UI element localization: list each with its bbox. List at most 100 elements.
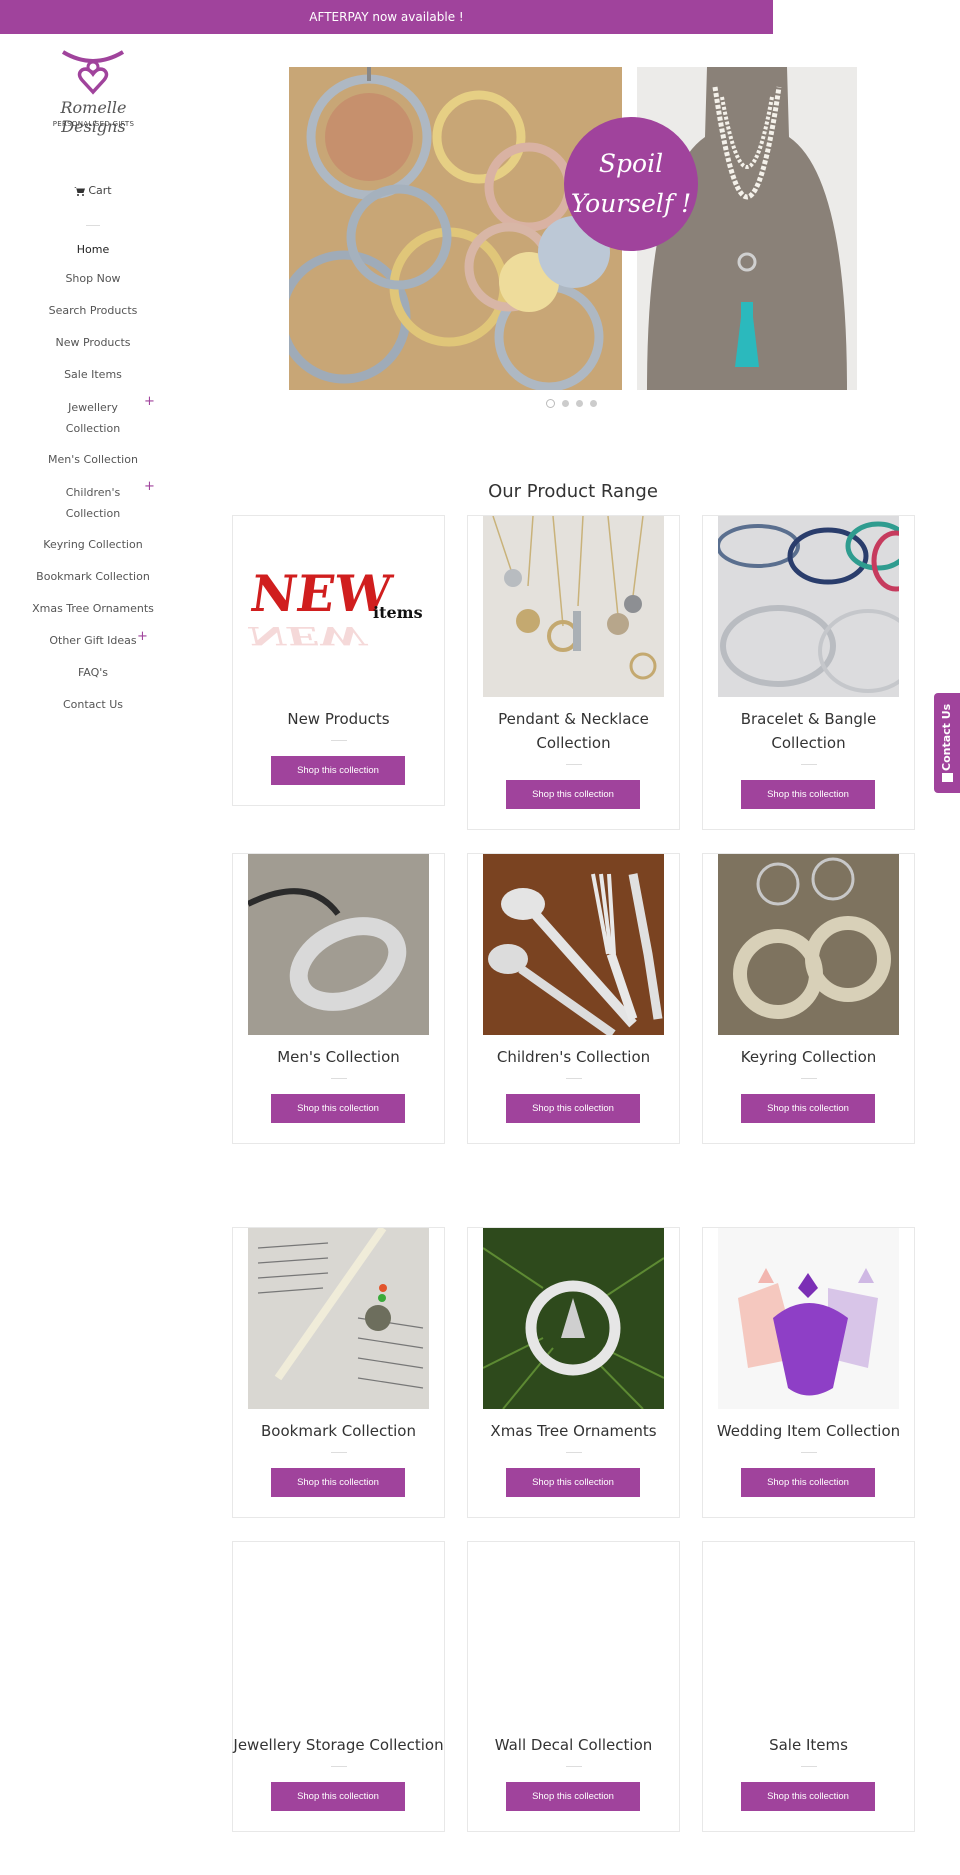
nav-label: Children's (65, 486, 121, 499)
nav-item-xmas-tree-ornaments[interactable]: Xmas Tree Ornaments (0, 593, 186, 625)
nav-item-mens-collection[interactable]: Men's Collection (0, 444, 186, 476)
envelope-icon (942, 773, 953, 782)
mens-collection-image (248, 854, 429, 1035)
contact-tab-label: Contact Us (940, 703, 953, 771)
nav-label: Shop Now (65, 272, 121, 285)
expand-plus-icon[interactable]: + (144, 480, 155, 493)
nav-item-home[interactable]: Home (0, 236, 186, 263)
spoil-yourself-badge: Spoil Yourself ! (564, 117, 698, 251)
shop-collection-button[interactable]: Shop this collection (506, 1094, 640, 1123)
slide-dot[interactable] (576, 400, 583, 407)
shop-collection-button[interactable]: Shop this collection (741, 1468, 875, 1497)
product-divider (331, 740, 347, 741)
nav-item-keyring-collection[interactable]: Keyring Collection (0, 529, 186, 561)
nav-label: Home (76, 243, 110, 256)
product-name[interactable]: Wedding Item Collection (703, 1419, 914, 1443)
nav-item-sale-items[interactable]: Sale Items (0, 359, 186, 391)
slide-dot[interactable] (590, 400, 597, 407)
product-card-wall-decal[interactable]: Wall Decal Collection Shop this collecti… (467, 1541, 680, 1832)
keyring-image (718, 854, 899, 1035)
section-title: Our Product Range (488, 481, 658, 502)
product-divider (331, 1452, 347, 1453)
product-name-line2[interactable]: Collection (703, 731, 914, 755)
badge-line: Yourself ! (570, 189, 692, 218)
product-card-childrens-collection[interactable]: Children's Collection Shop this collecti… (467, 853, 680, 1144)
shop-collection-button[interactable]: Shop this collection (271, 1468, 405, 1497)
shop-collection-button[interactable]: Shop this collection (506, 1468, 640, 1497)
shop-collection-button[interactable]: Shop this collection (741, 780, 875, 809)
nav-label: Bookmark Collection (36, 570, 150, 583)
new-reflection: NEW (248, 620, 370, 650)
hero-slideshow[interactable]: Spoil Yourself ! (289, 67, 857, 390)
product-card-mens-collection[interactable]: Men's Collection Shop this collection (232, 853, 445, 1144)
product-divider (801, 1766, 817, 1767)
product-divider (801, 1078, 817, 1079)
product-card-jewellery-storage[interactable]: Jewellery Storage Collection Shop this c… (232, 1541, 445, 1832)
nav-item-contact-us[interactable]: Contact Us (0, 689, 186, 721)
new-items-image: NEW NEW items (248, 516, 429, 697)
nav-item-new-products[interactable]: New Products (0, 327, 186, 359)
product-name[interactable]: Keyring Collection (703, 1045, 914, 1069)
hero-pendants-image (289, 67, 622, 390)
product-divider (566, 764, 582, 765)
product-name[interactable]: Wall Decal Collection (468, 1733, 679, 1757)
expand-plus-icon[interactable]: + (137, 630, 148, 643)
product-card-sale-items[interactable]: Sale Items Shop this collection (702, 1541, 915, 1832)
nav-item-shop-now[interactable]: Shop Now (0, 263, 186, 295)
shop-collection-button[interactable]: Shop this collection (506, 1782, 640, 1811)
nav-item-other-gift-ideas[interactable]: Other Gift Ideas + (0, 625, 186, 657)
contact-us-tab[interactable]: Contact Us (934, 693, 960, 793)
shop-collection-button[interactable]: Shop this collection (271, 1094, 405, 1123)
slide-dot[interactable] (562, 400, 569, 407)
shop-collection-button[interactable]: Shop this collection (271, 756, 405, 785)
xmas-ornament-image (483, 1228, 664, 1409)
product-card-keyring-collection[interactable]: Keyring Collection Shop this collection (702, 853, 915, 1144)
nav-label: Search Products (48, 304, 138, 317)
product-name[interactable]: Men's Collection (233, 1045, 444, 1069)
shop-collection-button[interactable]: Shop this collection (741, 1782, 875, 1811)
product-name[interactable]: New Products (233, 707, 444, 731)
logo-name: Romelle Designs (60, 98, 127, 136)
slide-dot[interactable] (546, 399, 555, 408)
product-name[interactable]: Bookmark Collection (233, 1419, 444, 1443)
nav-label: Contact Us (62, 698, 124, 711)
bookmark-image (248, 1228, 429, 1409)
nav-label: Men's Collection (48, 453, 138, 466)
sidebar-divider (86, 225, 100, 226)
shop-collection-button[interactable]: Shop this collection (506, 780, 640, 809)
shop-collection-button[interactable]: Shop this collection (271, 1782, 405, 1811)
product-card-xmas-tree-ornaments[interactable]: Xmas Tree Ornaments Shop this collection (467, 1227, 680, 1518)
product-card-wedding-item-collection[interactable]: Wedding Item Collection Shop this collec… (702, 1227, 915, 1518)
product-card-bracelet-bangle[interactable]: Bracelet & Bangle Collection Shop this c… (702, 515, 915, 830)
cart-link[interactable]: Cart (0, 184, 186, 197)
product-card-bookmark-collection[interactable]: Bookmark Collection Shop this collection (232, 1227, 445, 1518)
product-name-line2[interactable]: Collection (468, 731, 679, 755)
product-name[interactable]: Bracelet & Bangle (703, 707, 914, 731)
nav-item-faqs[interactable]: FAQ's (0, 657, 186, 689)
nav-item-bookmark-collection[interactable]: Bookmark Collection (0, 561, 186, 593)
expand-plus-icon[interactable]: + (144, 395, 155, 408)
product-name[interactable]: Pendant & Necklace (468, 707, 679, 731)
pendant-necklace-image (483, 516, 664, 697)
product-name[interactable]: Children's Collection (468, 1045, 679, 1069)
nav-item-jewellery-collection[interactable]: Jewellery Collection + (0, 391, 186, 444)
nav-label: Xmas Tree Ornaments (32, 602, 154, 615)
product-card-new-products[interactable]: NEW NEW items New Products Shop this col… (232, 515, 445, 806)
wedding-favour-box-image (718, 1228, 899, 1409)
logo-tagline: PERSONALISED GIFTS (52, 120, 135, 128)
sidebar-nav: Home Shop Now Search Products New Produc… (0, 236, 186, 721)
product-name[interactable]: Xmas Tree Ornaments (468, 1419, 679, 1443)
product-name[interactable]: Sale Items (703, 1733, 914, 1757)
product-name[interactable]: Jewellery Storage Collection (233, 1733, 444, 1757)
product-divider (801, 764, 817, 765)
heart-pendant-logo-icon (61, 50, 125, 95)
shop-collection-button[interactable]: Shop this collection (741, 1094, 875, 1123)
product-divider (801, 1452, 817, 1453)
site-logo[interactable]: Romelle Designs PERSONALISED GIFTS (26, 40, 161, 136)
announcement-bar: AFTERPAY now available ! (0, 0, 773, 34)
nav-item-childrens-collection[interactable]: Children's Collection + (0, 476, 186, 529)
product-card-pendant-necklace[interactable]: Pendant & Necklace Collection Shop this … (467, 515, 680, 830)
nav-item-search-products[interactable]: Search Products (0, 295, 186, 327)
items-word: items (373, 603, 423, 622)
badge-line: Spoil (598, 149, 664, 178)
